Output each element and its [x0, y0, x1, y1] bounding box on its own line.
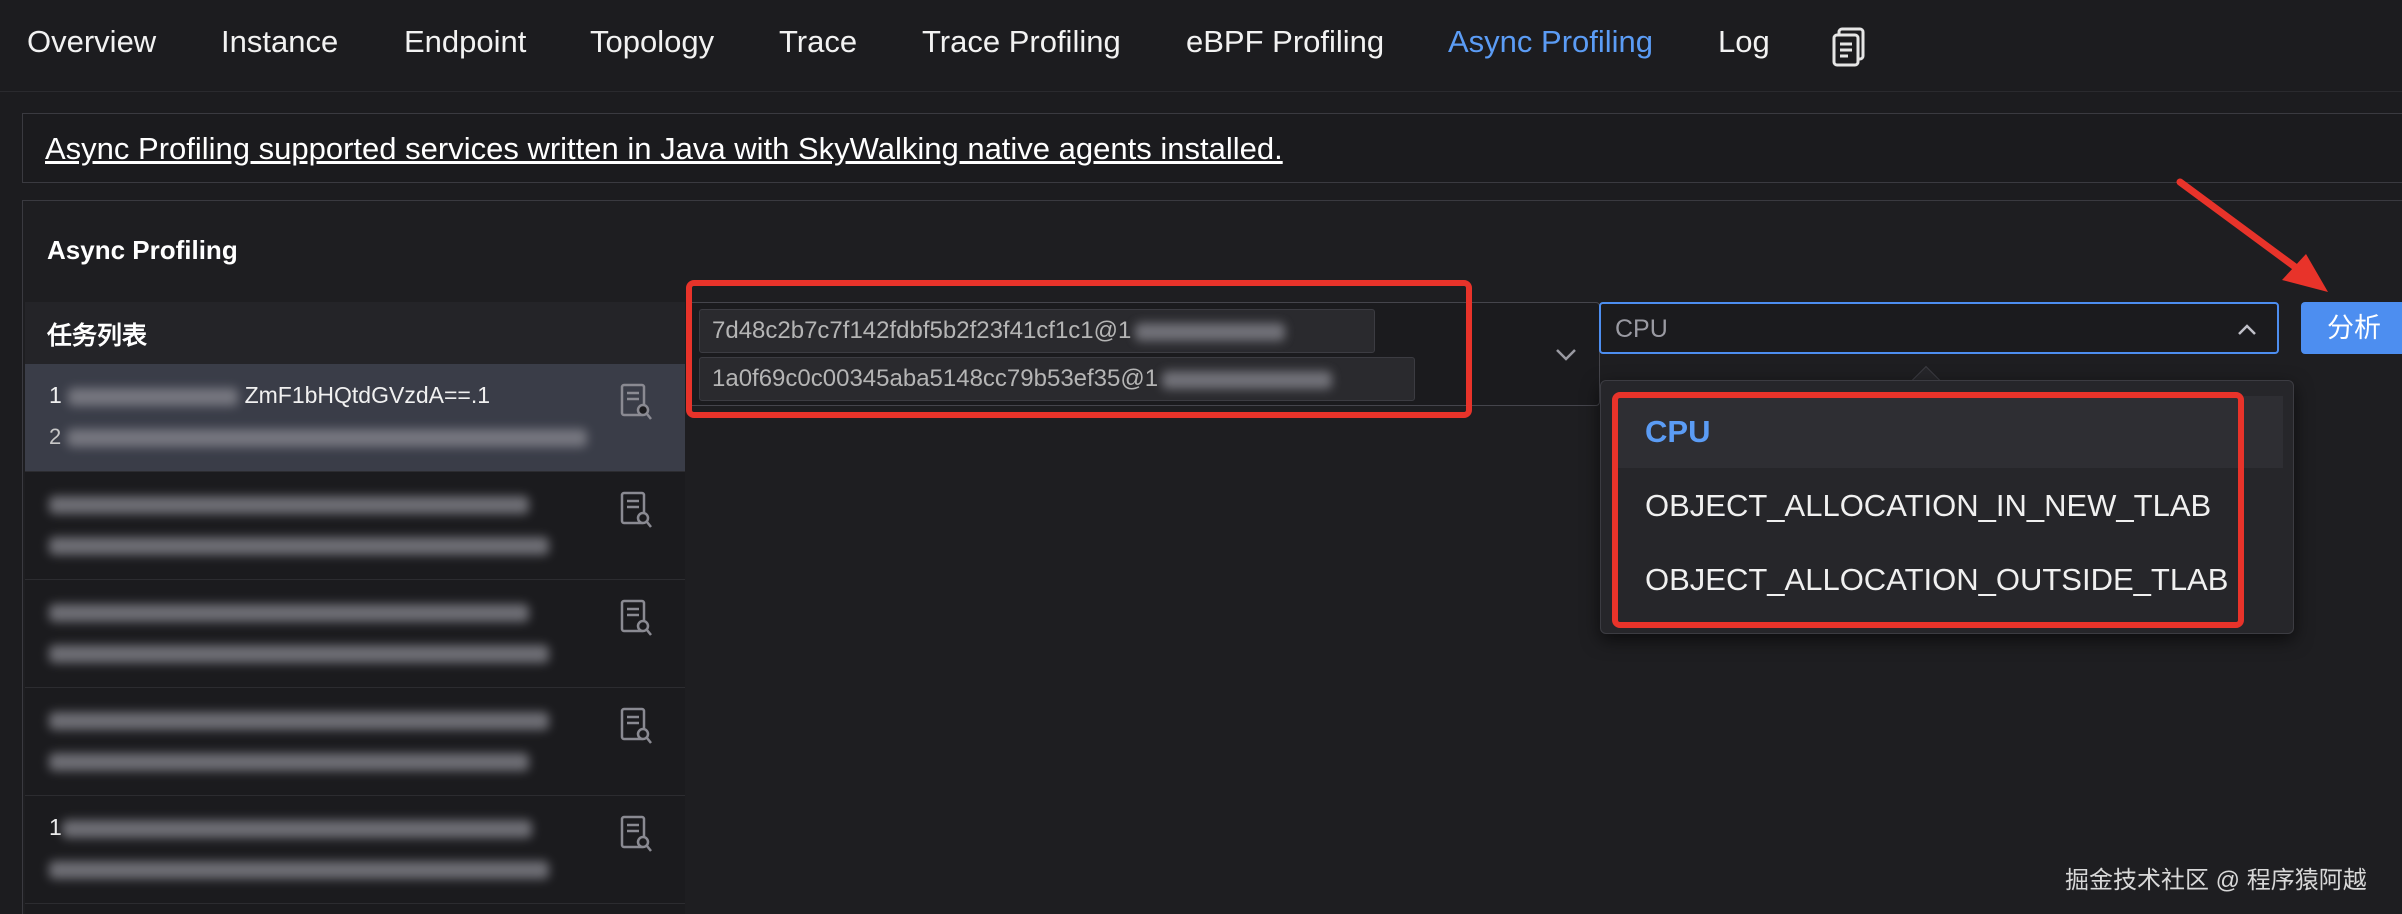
event-type-value: CPU — [1615, 315, 1668, 343]
tab-topology[interactable]: Topology — [590, 24, 714, 60]
tab-endpoint[interactable]: Endpoint — [404, 24, 526, 60]
tab-instance[interactable]: Instance — [221, 24, 338, 60]
document-search-icon[interactable] — [619, 814, 653, 854]
instance-tag[interactable]: 1a0f69c0c00345aba5148cc79b53ef35@1 — [699, 357, 1415, 401]
panel-title: Async Profiling — [47, 235, 238, 265]
task-time — [49, 532, 549, 558]
notice-banner: Async Profiling supported services writt… — [22, 113, 2402, 183]
chevron-up-icon[interactable] — [2235, 318, 2259, 342]
document-search-icon[interactable] — [619, 382, 653, 422]
task-time: 2 — [49, 424, 588, 450]
task-id: 1 ZmF1bHQtdGVzdA==.1 — [49, 382, 491, 408]
instance-tag[interactable]: 7d48c2b7c7f142fdbf5b2f23f41cf1c1@1 — [699, 309, 1375, 353]
task-id — [49, 490, 529, 517]
event-option-object-allocation-outside-tlab[interactable]: OBJECT_ALLOCATION_OUTSIDE_TLAB — [1613, 544, 2283, 616]
document-search-icon[interactable] — [619, 706, 653, 746]
document-search-icon[interactable] — [619, 490, 653, 530]
document-search-icon[interactable] — [619, 598, 653, 638]
event-option-object-allocation-in-new-tlab[interactable]: OBJECT_ALLOCATION_IN_NEW_TLAB — [1613, 470, 2283, 542]
tab-overview[interactable]: Overview — [27, 24, 156, 60]
task-time — [49, 640, 549, 666]
tab-async-profiling[interactable]: Async Profiling — [1448, 24, 1653, 60]
tab-ebpf-profiling[interactable]: eBPF Profiling — [1186, 24, 1384, 60]
task-time — [49, 856, 549, 882]
tab-trace-profiling[interactable]: Trace Profiling — [922, 24, 1121, 60]
task-id — [49, 598, 529, 625]
tab-log[interactable]: Log — [1718, 24, 1770, 60]
task-row[interactable]: 1 ZmF1bHQtdGVzdA==.1 2 — [25, 364, 685, 472]
task-time — [49, 748, 529, 774]
task-id — [49, 706, 549, 733]
top-nav: Overview Instance Endpoint Topology Trac… — [0, 0, 2402, 92]
event-option-cpu[interactable]: CPU — [1613, 396, 2283, 468]
instance-select[interactable]: 7d48c2b7c7f142fdbf5b2f23f41cf1c1@1 1a0f6… — [686, 302, 1600, 406]
notice-link[interactable]: Async Profiling supported services writt… — [45, 131, 1283, 167]
event-type-select[interactable]: CPU — [1599, 302, 2279, 354]
task-row[interactable] — [25, 472, 685, 580]
task-id: 1 — [49, 814, 532, 841]
event-type-dropdown: CPU OBJECT_ALLOCATION_IN_NEW_TLAB OBJECT… — [1600, 380, 2294, 634]
task-list-header: 任务列表 — [25, 302, 685, 364]
tab-trace[interactable]: Trace — [779, 24, 857, 60]
task-row[interactable] — [25, 580, 685, 688]
task-row[interactable] — [25, 688, 685, 796]
task-list: 任务列表 1 ZmF1bHQtdGVzdA==.1 2 1 — [25, 302, 685, 914]
watermark: 掘金技术社区 @ 程序猿阿越 — [2065, 867, 2367, 894]
analyze-button[interactable]: 分析 — [2301, 302, 2402, 354]
task-row[interactable]: 1 — [25, 796, 685, 904]
document-copy-icon[interactable] — [1832, 27, 1866, 67]
chevron-down-icon[interactable] — [1553, 341, 1579, 367]
